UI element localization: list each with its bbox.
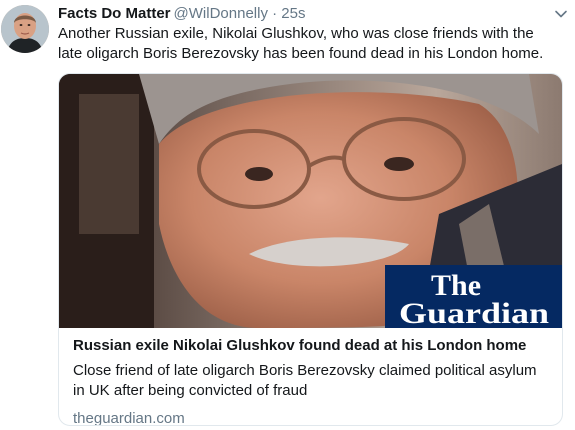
display-name[interactable]: Facts Do Matter <box>58 5 171 22</box>
svg-text:Guardian: Guardian <box>399 297 549 328</box>
header-separator: · <box>272 5 278 22</box>
card-title[interactable]: Russian exile Nikolai Glushkov found dea… <box>73 336 550 356</box>
card-body: Russian exile Nikolai Glushkov found dea… <box>73 336 550 425</box>
tweet-text: Another Russian exile, Nikolai Glushkov,… <box>58 25 544 62</box>
card-description: Close friend of late oligarch Boris Bere… <box>73 362 537 399</box>
tweet-header: Facts Do Matter @WilDonnelly · 25s <box>58 4 545 23</box>
link-card[interactable]: The Guardian Russian exile Nikolai Glush… <box>58 73 563 426</box>
avatar-image <box>1 5 49 53</box>
guardian-logo: The Guardian <box>385 265 562 330</box>
avatar[interactable] <box>1 5 49 53</box>
user-handle[interactable]: @WilDonnelly <box>174 5 268 22</box>
card-domain[interactable]: theguardian.com <box>73 409 550 425</box>
chevron-down-icon[interactable] <box>553 6 569 22</box>
tweet-timestamp[interactable]: 25s <box>281 5 305 22</box>
